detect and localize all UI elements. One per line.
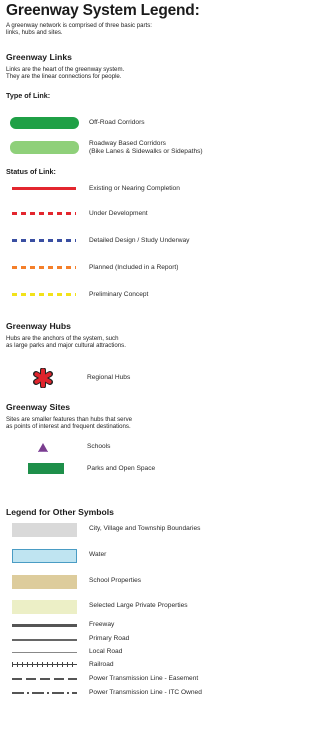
railroad-label: Railroad — [89, 661, 114, 668]
primary-road-line — [12, 639, 77, 641]
status-under-development-line — [12, 212, 76, 215]
primary-road-label: Primary Road — [89, 635, 130, 642]
water-label: Water — [89, 551, 107, 558]
links-heading: Greenway Links — [6, 52, 72, 62]
local-road-label: Local Road — [89, 648, 123, 655]
schools-label: Schools — [87, 443, 111, 450]
links-desc-line-2: They are the linear connections for peop… — [6, 73, 122, 80]
status-design-study-label: Detailed Design / Study Underway — [89, 237, 190, 244]
parks-open-space-label: Parks and Open Space — [87, 465, 156, 472]
status-under-development-label: Under Development — [89, 210, 148, 217]
status-planned-label: Planned (Included in a Report) — [89, 264, 179, 271]
status-design-study-line — [12, 239, 76, 242]
freeway-label: Freeway — [89, 621, 115, 628]
hubs-heading: Greenway Hubs — [6, 321, 71, 331]
power-itc-line — [12, 692, 77, 694]
power-easement-label: Power Transmission Line - Easement — [89, 675, 199, 682]
boundaries-label: City, Village and Township Boundaries — [89, 525, 201, 532]
off-road-corridor-swatch — [10, 117, 79, 129]
roadway-corridors-label-line-1: Roadway Based Corridors — [89, 140, 166, 147]
park-square-icon — [28, 463, 64, 474]
local-road-line — [12, 652, 77, 653]
private-properties-label: Selected Large Private Properties — [89, 602, 188, 609]
status-of-link-heading: Status of Link: — [6, 167, 56, 176]
status-preliminary-line — [12, 293, 76, 296]
hubs-desc-line-2: as large parks and major cultural attrac… — [6, 342, 126, 349]
type-of-link-heading: Type of Link: — [6, 91, 51, 100]
regional-hubs-label: Regional Hubs — [87, 374, 131, 381]
red-asterisk-icon — [33, 368, 53, 388]
roadway-corridors-label-line-2: (Bike Lanes & Sidewalks or Sidepaths) — [89, 148, 203, 155]
off-road-corridors-label: Off-Road Corridors — [89, 119, 145, 126]
power-easement-line — [12, 678, 77, 680]
status-preliminary-label: Preliminary Concept — [89, 291, 149, 298]
power-itc-label: Power Transmission Line - ITC Owned — [89, 689, 202, 696]
school-properties-label: School Properties — [89, 577, 142, 584]
railroad-ticks — [12, 662, 77, 667]
status-existing-line — [12, 187, 76, 190]
roadway-corridor-swatch — [10, 141, 79, 154]
school-triangle-icon — [38, 443, 48, 452]
water-swatch — [12, 549, 77, 563]
intro-text-line-2: links, hubs and sites. — [6, 29, 63, 36]
legend-title: Greenway System Legend: — [6, 2, 200, 19]
other-symbols-heading: Legend for Other Symbols — [6, 507, 114, 517]
boundaries-swatch — [12, 523, 77, 537]
school-properties-swatch — [12, 575, 77, 589]
sites-heading: Greenway Sites — [6, 402, 71, 412]
sites-desc-line-2: as points of interest and frequent desti… — [6, 423, 131, 430]
private-properties-swatch — [12, 600, 77, 614]
freeway-line — [12, 624, 77, 627]
status-existing-label: Existing or Nearing Completion — [89, 185, 180, 192]
status-planned-line — [12, 266, 76, 269]
